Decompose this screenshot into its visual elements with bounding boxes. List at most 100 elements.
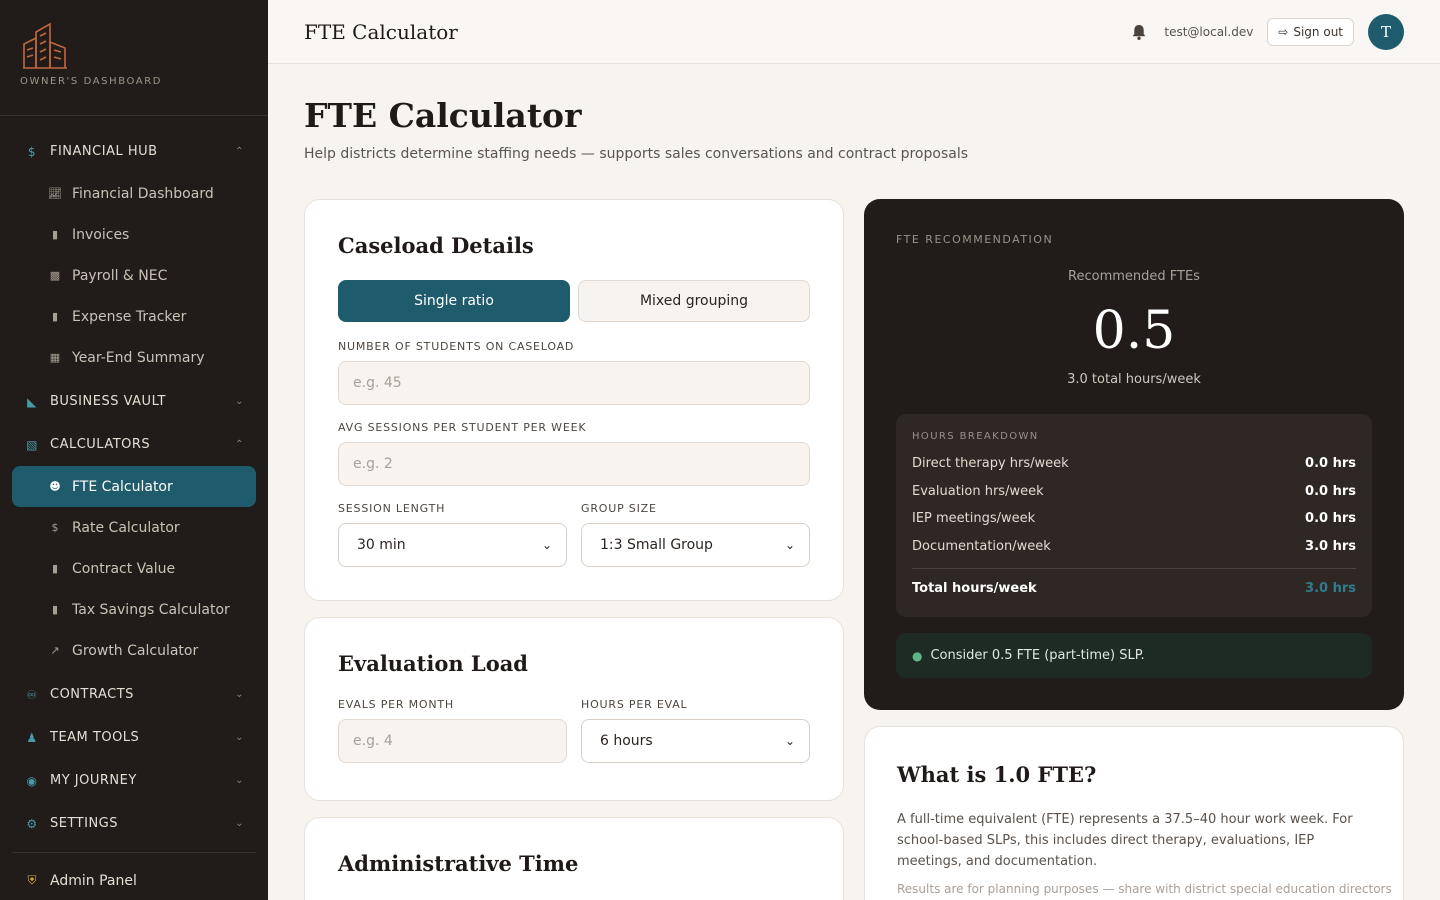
- nav-group-business-vault[interactable]: ◣ BUSINESS VAULT ⌄: [0, 380, 268, 423]
- sidebar-item-tax-savings[interactable]: ▮ Tax Savings Calculator: [12, 589, 256, 630]
- hours-breakdown-panel: HOURS BREAKDOWN Direct therapy hrs/week …: [896, 414, 1372, 617]
- single-ratio-button[interactable]: Single ratio: [338, 280, 570, 322]
- file-icon: ▮: [51, 228, 59, 241]
- sidebar-item-rate-calculator[interactable]: $ Rate Calculator: [12, 507, 256, 548]
- recommendation-tip: ● Consider 0.5 FTE (part-time) SLP.: [896, 633, 1372, 678]
- nav-group-label: MY JOURNEY: [50, 773, 137, 788]
- page-subtitle: Help districts determine staffing needs …: [304, 146, 969, 162]
- nav-group-team-tools[interactable]: ♟ TEAM TOOLS ⌄: [0, 716, 268, 759]
- mixed-grouping-button[interactable]: Mixed grouping: [578, 280, 810, 322]
- top-bar: FTE Calculator test@local.dev ⇨ Sign out…: [268, 0, 1440, 64]
- binoculars-icon: ◉: [26, 773, 38, 788]
- breakdown-row: Documentation/week 3.0 hrs: [912, 533, 1356, 561]
- sidebar-item-growth-calculator[interactable]: ↗ Growth Calculator: [12, 630, 256, 671]
- sidebar-item-payroll[interactable]: ▩ Payroll & NEC: [12, 255, 256, 296]
- info-footnote: Results are for planning purposes — shar…: [897, 882, 1392, 896]
- session-length-select[interactable]: 30 min ⌄: [338, 523, 567, 567]
- nav-group-settings[interactable]: ⚙ SETTINGS ⌄: [0, 802, 268, 845]
- nav-group-financial-hub[interactable]: $ FINANCIAL HUB ⌃: [0, 130, 268, 173]
- sessions-input[interactable]: e.g. 2: [338, 442, 810, 486]
- chevron-down-icon: ⌄: [235, 818, 244, 829]
- sidebar-item-label: Financial Dashboard: [72, 185, 214, 202]
- sidebar-item-label: Payroll & NEC: [72, 267, 168, 284]
- receipt-icon: ▮: [51, 310, 59, 323]
- avatar[interactable]: T: [1368, 13, 1404, 50]
- sign-out-icon: ⇨: [1278, 24, 1289, 39]
- receipt-icon: ▮: [51, 603, 59, 616]
- sidebar-item-contract-value[interactable]: ▮ Contract Value: [12, 548, 256, 589]
- group-size-label: GROUP SIZE: [581, 502, 657, 515]
- recommended-ftes-label: Recommended FTEs: [1068, 269, 1200, 284]
- chevron-down-icon: ⌄: [235, 689, 244, 700]
- evaluation-title: Evaluation Load: [338, 651, 528, 676]
- info-body: A full-time equivalent (FTE) represents …: [897, 812, 1353, 869]
- caseload-title: Caseload Details: [338, 233, 534, 258]
- fte-value: 0.5: [1092, 301, 1176, 361]
- user-email: test@local.dev: [1164, 24, 1254, 39]
- bell-icon[interactable]: [1130, 23, 1148, 41]
- evals-input[interactable]: e.g. 4: [338, 719, 567, 763]
- sidebar-item-label: Expense Tracker: [72, 308, 187, 325]
- nav-group-label: CONTRACTS: [50, 687, 134, 702]
- breakdown-label: Direct therapy hrs/week: [912, 456, 1069, 472]
- breakdown-row: Evaluation hrs/week 0.0 hrs: [912, 478, 1356, 506]
- fte-recommendation-card: FTE RECOMMENDATION Recommended FTEs 0.5 …: [864, 199, 1404, 710]
- user-icon: ♟: [26, 730, 38, 745]
- session-length-label: SESSION LENGTH: [338, 502, 446, 515]
- nav-group-contracts[interactable]: ♾ CONTRACTS ⌄: [0, 673, 268, 716]
- recommendation-header: FTE RECOMMENDATION: [896, 233, 1054, 246]
- hours-per-eval-label: HOURS PER EVAL: [581, 698, 688, 711]
- students-input[interactable]: e.g. 45: [338, 361, 810, 405]
- total-hours-summary: 3.0 total hours/week: [1067, 372, 1201, 387]
- evaluation-card: Evaluation Load EVALS PER MONTH e.g. 4 H…: [304, 617, 844, 801]
- logo-area: OWNER'S DASHBOARD: [0, 0, 268, 116]
- students-label: NUMBER OF STUDENTS ON CASELOAD: [338, 340, 575, 353]
- users-icon: ☻: [49, 480, 61, 493]
- chevron-down-icon: ⌄: [784, 538, 795, 552]
- group-size-value: 1:3 Small Group: [600, 537, 713, 553]
- chevron-up-icon: ⌃: [235, 439, 244, 450]
- breakdown-label: Documentation/week: [912, 538, 1051, 554]
- tip-text: Consider 0.5 FTE (part-time) SLP.: [930, 648, 1145, 663]
- sessions-label: AVG SESSIONS PER STUDENT PER WEEK: [338, 421, 587, 434]
- sidebar-item-expense-tracker[interactable]: ▮ Expense Tracker: [12, 296, 256, 337]
- sidebar-item-fte-calculator[interactable]: ☻ FTE Calculator: [12, 466, 256, 507]
- nav-admin-label: Admin Panel: [50, 872, 137, 889]
- dollar-icon: $: [51, 521, 59, 534]
- hours-per-eval-select[interactable]: 6 hours ⌄: [581, 719, 810, 763]
- breakdown-row: Direct therapy hrs/week 0.0 hrs: [912, 450, 1356, 478]
- sidebar-item-invoices[interactable]: ▮ Invoices: [12, 214, 256, 255]
- sidebar-item-label: Contract Value: [72, 560, 176, 577]
- nav-group-label: FINANCIAL HUB: [50, 144, 158, 159]
- nav-group-label: SETTINGS: [50, 816, 119, 831]
- sign-out-button[interactable]: ⇨ Sign out: [1267, 17, 1354, 46]
- chevron-down-icon: ⌄: [235, 775, 244, 786]
- nav-group-label: CALCULATORS: [50, 437, 151, 452]
- group-size-select[interactable]: 1:3 Small Group ⌄: [581, 523, 810, 567]
- nav-admin-panel[interactable]: ⛨ Admin Panel: [0, 859, 268, 900]
- sidebar-item-financial-dashboard[interactable]: 📈︎ Financial Dashboard: [12, 173, 256, 214]
- sidebar-divider: [12, 852, 256, 853]
- total-label: Total hours/week: [912, 581, 1037, 597]
- nav-group-label: TEAM TOOLS: [50, 730, 140, 745]
- nav-group-calculators[interactable]: ▧ CALCULATORS ⌃: [0, 423, 268, 466]
- logo-subtitle: OWNER'S DASHBOARD: [20, 76, 163, 87]
- total-value: 3.0 hrs: [1305, 581, 1356, 597]
- session-length-value: 30 min: [357, 537, 406, 553]
- nav-group-my-journey[interactable]: ◉ MY JOURNEY ⌄: [0, 759, 268, 802]
- info-title: What is 1.0 FTE?: [897, 762, 1097, 787]
- breakdown-row: IEP meetings/week 0.0 hrs: [912, 505, 1356, 533]
- breakdown-value: 0.0 hrs: [1305, 483, 1356, 499]
- folder-icon: ◣: [27, 394, 37, 409]
- breakdown-divider: [912, 568, 1356, 569]
- sidebar-item-label: Growth Calculator: [72, 642, 199, 659]
- file-icon: ▮: [51, 562, 59, 575]
- breakdown-title: HOURS BREAKDOWN: [912, 431, 1039, 442]
- sidebar-item-label: Rate Calculator: [72, 519, 180, 536]
- evals-label: EVALS PER MONTH: [338, 698, 454, 711]
- gear-icon: ⚙: [26, 816, 38, 831]
- sidebar-item-year-end-summary[interactable]: ▦ Year-End Summary: [12, 337, 256, 378]
- trend-up-icon: ↗: [50, 644, 60, 657]
- breakdown-value: 0.0 hrs: [1305, 456, 1356, 472]
- building-logo-icon: [23, 22, 67, 69]
